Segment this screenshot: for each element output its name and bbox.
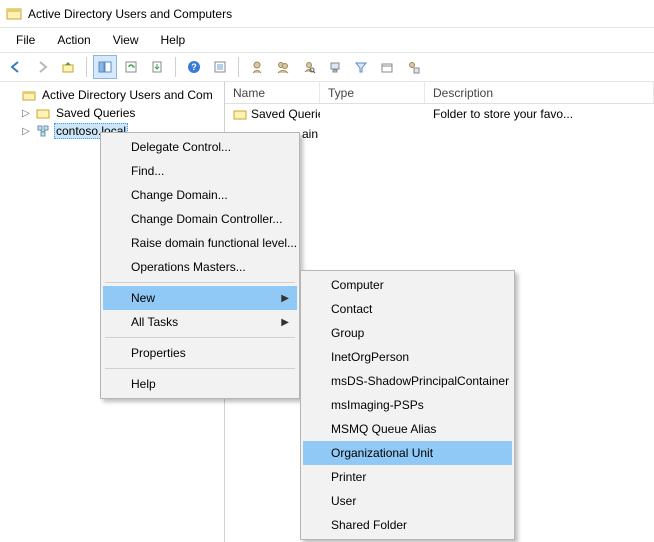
expand-icon[interactable]: ▷ — [20, 108, 32, 119]
list-row[interactable]: Saved Queries Folder to store your favo.… — [225, 104, 654, 124]
context-menu-item[interactable]: MSMQ Queue Alias — [303, 417, 512, 441]
context-menu-item[interactable]: Properties — [103, 341, 297, 365]
list-header: Name Type Description — [225, 82, 654, 104]
tree-root[interactable]: Active Directory Users and Com — [2, 86, 222, 104]
context-menu-item-label: Properties — [131, 346, 186, 360]
context-menu-item[interactable]: Printer — [303, 465, 512, 489]
column-header-type[interactable]: Type — [320, 82, 425, 103]
menu-bar: File Action View Help — [0, 28, 654, 52]
context-menu-item-label: Delegate Control... — [131, 140, 231, 154]
title-bar: Active Directory Users and Computers — [0, 0, 654, 28]
context-menu-separator — [105, 282, 295, 283]
context-menu-separator — [105, 368, 295, 369]
context-menu-item-label: InetOrgPerson — [331, 350, 409, 364]
context-menu-item[interactable]: Delegate Control... — [103, 135, 297, 159]
add-computer-button[interactable] — [323, 55, 347, 79]
context-menu-item-label: Find... — [131, 164, 164, 178]
context-menu-item-label: msDS-ShadowPrincipalContainer — [331, 374, 509, 388]
context-menu-item-label: All Tasks — [131, 315, 178, 329]
context-menu-item[interactable]: Change Domain... — [103, 183, 297, 207]
cell-name: Saved Queries — [225, 105, 320, 124]
up-button[interactable] — [56, 55, 80, 79]
domain-icon — [36, 124, 50, 138]
column-header-name[interactable]: Name — [225, 82, 320, 103]
tree-item-label: Saved Queries — [54, 105, 137, 121]
back-button[interactable] — [4, 55, 28, 79]
context-menu-item[interactable]: InetOrgPerson — [303, 345, 512, 369]
context-menu-item-label: New — [131, 291, 155, 305]
show-hide-tree-button[interactable] — [93, 55, 117, 79]
toolbar-separator — [175, 57, 176, 77]
menu-action[interactable]: Action — [47, 30, 100, 50]
context-menu-item-label: Organizational Unit — [331, 446, 433, 460]
context-menu-item[interactable]: Computer — [303, 273, 512, 297]
toolbar-separator — [238, 57, 239, 77]
context-menu-item-label: Help — [131, 377, 156, 391]
submenu-arrow-icon: ▶ — [281, 317, 289, 328]
context-menu-item[interactable]: All Tasks ▶ — [103, 310, 297, 334]
context-menu-item-label: Contact — [331, 302, 372, 316]
folder-icon — [233, 107, 247, 121]
cell-type — [320, 132, 425, 136]
cell-description: Folder to store your favo... — [425, 105, 654, 123]
refresh-button[interactable] — [119, 55, 143, 79]
context-menu-item[interactable]: New ▶ — [103, 286, 297, 310]
column-header-description[interactable]: Description — [425, 82, 654, 103]
tree-root-label: Active Directory Users and Com — [40, 87, 215, 103]
svg-text:?: ? — [191, 62, 197, 72]
help-button[interactable]: ? — [182, 55, 206, 79]
cell-type — [320, 112, 425, 116]
forward-button[interactable] — [30, 55, 54, 79]
export-list-button[interactable] — [145, 55, 169, 79]
tree-item-saved-queries[interactable]: ▷ Saved Queries — [2, 104, 222, 122]
context-menu-item-label: Raise domain functional level... — [131, 236, 297, 250]
expand-icon[interactable]: ▷ — [20, 126, 32, 137]
context-menu-item[interactable]: Change Domain Controller... — [103, 207, 297, 231]
app-icon — [6, 6, 22, 22]
menu-help[interactable]: Help — [151, 30, 196, 50]
context-menu-item[interactable]: Organizational Unit — [303, 441, 512, 465]
cell-description — [425, 132, 654, 136]
context-menu-item-label: Operations Masters... — [131, 260, 246, 274]
context-menu-item-label: Printer — [331, 470, 366, 484]
find-button[interactable] — [297, 55, 321, 79]
context-menu-item[interactable]: Operations Masters... — [103, 255, 297, 279]
properties-button[interactable] — [208, 55, 232, 79]
context-menu-item[interactable]: Shared Folder — [303, 513, 512, 537]
context-menu-item[interactable]: msDS-ShadowPrincipalContainer — [303, 369, 512, 393]
context-menu-item-label: msImaging-PSPs — [331, 398, 424, 412]
context-submenu-new: Computer Contact Group InetOrgPerson msDS-Sh… — [300, 270, 515, 540]
folder-icon — [36, 106, 50, 120]
add-group-button[interactable] — [271, 55, 295, 79]
container-button[interactable] — [375, 55, 399, 79]
toolbar: ? — [0, 52, 654, 82]
context-menu-separator — [105, 337, 295, 338]
toolbar-separator — [86, 57, 87, 77]
context-menu-item[interactable]: User — [303, 489, 512, 513]
context-menu-item[interactable]: Contact — [303, 297, 512, 321]
add-user-button[interactable] — [245, 55, 269, 79]
misc-button[interactable] — [401, 55, 425, 79]
context-menu-item[interactable]: Help — [103, 372, 297, 396]
menu-view[interactable]: View — [103, 30, 149, 50]
folder-icon — [22, 88, 36, 102]
context-menu-item[interactable]: Raise domain functional level... — [103, 231, 297, 255]
context-menu-item-label: User — [331, 494, 356, 508]
context-menu-item-label: Change Domain... — [131, 188, 228, 202]
window-title: Active Directory Users and Computers — [28, 7, 232, 21]
context-menu-item[interactable]: Find... — [103, 159, 297, 183]
context-menu: Delegate Control... Find... Change Domain.… — [100, 132, 300, 399]
context-menu-item-label: Computer — [331, 278, 384, 292]
context-menu-item-label: MSMQ Queue Alias — [331, 422, 436, 436]
context-menu-item[interactable]: Group — [303, 321, 512, 345]
menu-file[interactable]: File — [6, 30, 45, 50]
context-menu-item-label: Change Domain Controller... — [131, 212, 282, 226]
submenu-arrow-icon: ▶ — [281, 293, 289, 304]
filter-button[interactable] — [349, 55, 373, 79]
context-menu-item[interactable]: msImaging-PSPs — [303, 393, 512, 417]
context-menu-item-label: Group — [331, 326, 364, 340]
context-menu-item-label: Shared Folder — [331, 518, 407, 532]
